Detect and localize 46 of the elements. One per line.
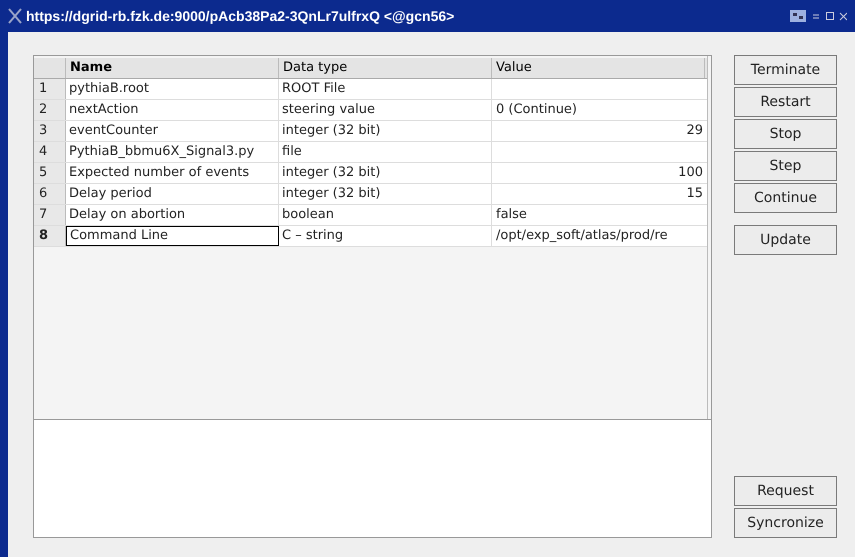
column-header[interactable]: Name <box>66 58 279 78</box>
table-cell: Expected number of events <box>66 163 279 183</box>
table-cell: Delay period <box>66 184 279 204</box>
action-button[interactable]: Request <box>734 476 837 506</box>
table-cell: C – string <box>279 226 492 246</box>
table-cell: boolean <box>279 205 492 225</box>
row-number: 2 <box>34 100 66 120</box>
table-cell-text: 15 <box>685 185 704 204</box>
row-number: 6 <box>34 184 66 204</box>
x-logo-icon <box>8 8 22 24</box>
control-button[interactable]: Restart <box>734 87 837 117</box>
control-button[interactable]: Stop <box>734 119 837 149</box>
table-cell-text: 0 (Continue) <box>495 101 578 120</box>
table-cell: PythiaB_bbmu6X_Signal3.py <box>66 142 279 162</box>
control-button[interactable]: Terminate <box>734 55 837 85</box>
table-cell: Delay on abortion <box>66 205 279 225</box>
update-button[interactable]: Update <box>734 225 837 255</box>
row-number: 7 <box>34 205 66 225</box>
row-number: 8 <box>34 226 66 246</box>
table-cell: eventCounter <box>66 121 279 141</box>
table-cell: Command Line <box>66 226 279 246</box>
table-cell: integer (32 bit) <box>279 163 492 183</box>
close-icon[interactable] <box>839 11 847 21</box>
table-cell-text: 29 <box>685 122 704 140</box>
action-button[interactable]: Syncronize <box>734 508 837 538</box>
table-cell: pythiaB.root <box>66 79 279 99</box>
table-cell-text: 100 <box>677 164 704 182</box>
column-header[interactable]: Value <box>492 58 705 78</box>
table-cell: integer (32 bit) <box>279 121 492 141</box>
table-cell: steering value <box>279 100 492 120</box>
window-menu-icon[interactable] <box>789 9 807 23</box>
maximize-icon[interactable] <box>825 11 835 21</box>
row-number: 3 <box>34 121 66 141</box>
control-button[interactable]: Step <box>734 151 837 181</box>
window-title: https://dgrid-rb.fzk.de:9000/pAcb38Pa2-3QnLr7ulfrxQ <@gcn56> <box>26 6 454 26</box>
table-cell-text: /opt/exp_soft/atlas/prod/re <box>495 227 669 246</box>
column-header[interactable]: Data type <box>279 58 492 78</box>
table-cell-text: false <box>495 206 528 224</box>
table-cell: integer (32 bit) <box>279 184 492 204</box>
row-number: 1 <box>34 79 66 99</box>
row-number: 5 <box>34 163 66 183</box>
row-number: 4 <box>34 142 66 162</box>
control-button[interactable]: Continue <box>734 183 837 213</box>
table-cell: ROOT File <box>279 79 492 99</box>
table-cell: file <box>279 142 492 162</box>
table-cell: nextAction <box>66 100 279 120</box>
